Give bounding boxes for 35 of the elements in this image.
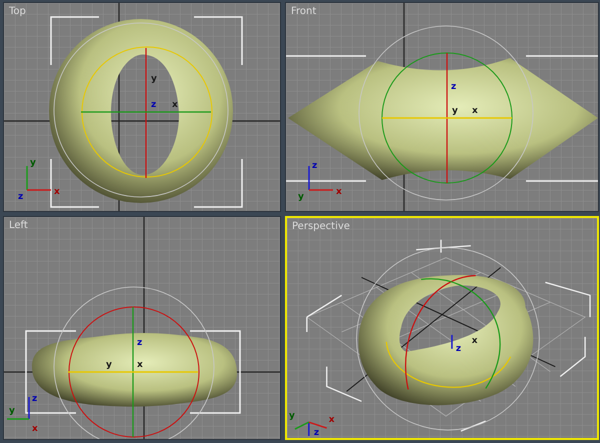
gizmo-axis-label: y [151, 74, 157, 84]
axis-label: y [298, 192, 304, 202]
gizmo-axis-label: x [172, 100, 178, 110]
viewport[interactable]: z y x z y x Left [3, 216, 281, 440]
viewport-label[interactable]: Left [9, 220, 28, 231]
gizmo-axis-label: z [456, 344, 462, 354]
axis-label: z [312, 161, 318, 171]
gizmo-axis-label: x [137, 360, 143, 370]
gizmo-axis-label: z [151, 100, 156, 110]
axis-tripod-icon [26, 166, 51, 191]
viewport[interactable]: z y x z y x Front [285, 2, 599, 212]
gizmo-axis-label: x [472, 106, 478, 116]
axis-tripod-icon [294, 421, 327, 436]
axis-label: x [336, 187, 342, 197]
viewport[interactable]: y z x y z x Top [3, 2, 281, 212]
gizmo-axis-label: y [452, 106, 458, 116]
axis-label: z [314, 428, 320, 438]
gizmo-axis-label: x [472, 336, 478, 346]
viewport-label[interactable]: Perspective [292, 221, 350, 232]
axis-label: x [32, 424, 38, 434]
axis-label: y [9, 406, 15, 416]
gizmo-axis-label: z [451, 82, 456, 92]
axis-label: x [54, 187, 60, 197]
axis-label: x [328, 415, 334, 426]
axis-label: z [18, 192, 24, 202]
axis-label: z [32, 394, 38, 404]
viewport-label[interactable]: Front [291, 6, 316, 17]
gizmo-axis-label: y [106, 360, 112, 370]
viewport[interactable]: y z x z x Perspective [285, 216, 599, 440]
gizmo-axis-label: z [137, 338, 142, 348]
axis-label: y [288, 411, 295, 422]
axis-label: y [30, 158, 36, 168]
viewport-label[interactable]: Top [9, 6, 26, 17]
axis-tripod-icon [308, 166, 333, 191]
axis-tripod-icon [7, 397, 30, 420]
